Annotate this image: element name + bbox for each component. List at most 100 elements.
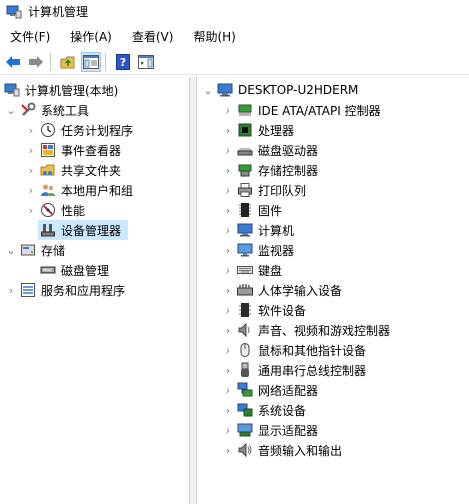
- chevron-right-icon[interactable]: ›: [221, 100, 235, 120]
- forward-button[interactable]: [26, 52, 46, 72]
- chevron-right-icon[interactable]: ›: [221, 160, 235, 180]
- device-category[interactable]: › IDE ATA/ATAPI 控制器: [221, 100, 381, 120]
- chevron-right-icon[interactable]: ›: [221, 240, 235, 260]
- chevron-right-icon[interactable]: ›: [221, 120, 235, 140]
- action-pane-button[interactable]: [136, 52, 156, 72]
- chevron-right-icon[interactable]: ›: [221, 440, 235, 460]
- up-level-button[interactable]: [58, 52, 78, 72]
- svg-text:?: ?: [120, 56, 126, 69]
- tree-item-label: 任务计划程序: [61, 123, 134, 138]
- device-category-label: 声音、视频和游戏控制器: [258, 323, 391, 338]
- toolbar-separator: [105, 53, 106, 71]
- device-category[interactable]: › 计算机: [221, 220, 294, 240]
- tree-item-device-manager[interactable]: 设备管理器: [38, 220, 128, 240]
- chevron-right-icon[interactable]: ›: [221, 400, 235, 420]
- chevron-right-icon[interactable]: ›: [24, 180, 38, 200]
- device-category[interactable]: › 软件设备: [221, 300, 306, 320]
- mouse-icon: [237, 342, 253, 358]
- device-category-label: 固件: [258, 203, 283, 218]
- menu-bar: 文件(F) 操作(A) 查看(V) 帮助(H): [0, 27, 469, 47]
- chevron-right-icon[interactable]: ›: [221, 360, 235, 380]
- tree-item-shared-folders[interactable]: › 共享文件夹: [24, 160, 121, 180]
- storage-icon: [20, 242, 36, 258]
- menu-view[interactable]: 查看(V): [122, 27, 184, 47]
- chevron-down-icon[interactable]: ⌄: [4, 100, 18, 120]
- help-button[interactable]: ?: [113, 52, 133, 72]
- chevron-right-icon[interactable]: ›: [221, 220, 235, 240]
- action-pane-icon: [138, 55, 154, 69]
- tree-item-label: 性能: [61, 203, 86, 218]
- show-hide-console-tree-button[interactable]: [81, 52, 101, 72]
- device-category[interactable]: › 打印队列: [221, 180, 306, 200]
- device-category-label: 系统设备: [258, 403, 307, 418]
- chevron-right-icon[interactable]: ›: [221, 200, 235, 220]
- chevron-right-icon[interactable]: ›: [221, 140, 235, 160]
- chevron-right-icon[interactable]: ›: [221, 180, 235, 200]
- device-category[interactable]: › 声音、视频和游戏控制器: [221, 320, 390, 340]
- storage-controller-icon: [237, 162, 253, 178]
- device-category[interactable]: › 键盘: [221, 260, 282, 280]
- device-category[interactable]: › 系统设备: [221, 400, 306, 420]
- device-manager-icon: [40, 222, 56, 238]
- chevron-right-icon[interactable]: ›: [221, 280, 235, 300]
- chevron-right-icon[interactable]: ›: [221, 340, 235, 360]
- menu-file[interactable]: 文件(F): [0, 27, 60, 47]
- chevron-right-icon[interactable]: ›: [221, 320, 235, 340]
- tree-item-storage[interactable]: ⌄ 存储: [4, 240, 65, 260]
- back-button[interactable]: [3, 52, 23, 72]
- menu-help[interactable]: 帮助(H): [183, 27, 245, 47]
- tree-item-services-apps[interactable]: › 服务和应用程序: [4, 280, 125, 300]
- chevron-right-icon[interactable]: ›: [24, 120, 38, 140]
- device-category[interactable]: › 存储控制器: [221, 160, 318, 180]
- chevron-right-icon[interactable]: ›: [221, 420, 235, 440]
- chevron-right-icon[interactable]: ›: [221, 300, 235, 320]
- chevron-right-icon[interactable]: ›: [221, 380, 235, 400]
- tree-item-event-viewer[interactable]: › 事件查看器: [24, 140, 121, 160]
- shared-folder-icon: [40, 162, 56, 178]
- users-icon: [40, 182, 56, 198]
- chevron-down-icon[interactable]: ⌄: [201, 80, 215, 100]
- audio-io-icon: [237, 442, 253, 458]
- device-category[interactable]: › 固件: [221, 200, 282, 220]
- tree-item-disk-management[interactable]: 磁盘管理: [38, 260, 109, 280]
- device-category-label: 计算机: [258, 223, 295, 238]
- device-tree-root[interactable]: ⌄ DESKTOP-U2HDERM: [201, 80, 358, 100]
- tree-item-performance[interactable]: › 性能: [24, 200, 85, 220]
- device-category[interactable]: › 磁盘驱动器: [221, 140, 318, 160]
- tree-item-local-users[interactable]: › 本地用户和组: [24, 180, 133, 200]
- chevron-right-icon[interactable]: ›: [24, 140, 38, 160]
- device-category[interactable]: › 鼠标和其他指针设备: [221, 340, 366, 360]
- clock-icon: [40, 122, 56, 138]
- device-category[interactable]: › 监视器: [221, 240, 294, 260]
- chevron-right-icon[interactable]: ›: [24, 160, 38, 180]
- device-category[interactable]: › 人体学输入设备: [221, 280, 342, 300]
- device-category[interactable]: › 通用串行总线控制器: [221, 360, 366, 380]
- device-category[interactable]: › 处理器: [221, 120, 294, 140]
- device-category-label: 软件设备: [258, 303, 307, 318]
- device-category-label: 鼠标和其他指针设备: [258, 343, 367, 358]
- menu-action[interactable]: 操作(A): [60, 27, 122, 47]
- console-tree: 计算机管理(本地) ⌄ 系统工具 › 任务计划程序 › 事件查看器 › 共享文件…: [0, 77, 190, 504]
- firmware-icon: [237, 202, 253, 218]
- device-category[interactable]: › 网络适配器: [221, 380, 318, 400]
- chevron-right-icon[interactable]: ›: [221, 260, 235, 280]
- chevron-right-icon[interactable]: ›: [4, 280, 18, 300]
- monitor-icon: [237, 242, 253, 258]
- device-category[interactable]: › 音频输入和输出: [221, 440, 342, 460]
- device-category-label: 打印队列: [258, 183, 307, 198]
- device-category[interactable]: › 显示适配器: [221, 420, 318, 440]
- tree-item-root[interactable]: 计算机管理(本地): [4, 80, 118, 100]
- computer-icon: [217, 82, 233, 98]
- device-category-label: 监视器: [258, 243, 295, 258]
- device-category-label: 处理器: [258, 123, 295, 138]
- computer-name: DESKTOP-U2HDERM: [238, 83, 359, 97]
- services-icon: [20, 282, 36, 298]
- chevron-right-icon[interactable]: ›: [24, 200, 38, 220]
- tree-item-label: 事件查看器: [61, 143, 122, 158]
- disk-drive-icon: [237, 142, 253, 158]
- chevron-down-icon[interactable]: ⌄: [4, 240, 18, 260]
- tree-item-task-scheduler[interactable]: › 任务计划程序: [24, 120, 133, 140]
- tree-item-label: 计算机管理(本地): [25, 83, 119, 98]
- tree-item-system-tools[interactable]: ⌄ 系统工具: [4, 100, 89, 120]
- system-tools-icon: [20, 102, 36, 118]
